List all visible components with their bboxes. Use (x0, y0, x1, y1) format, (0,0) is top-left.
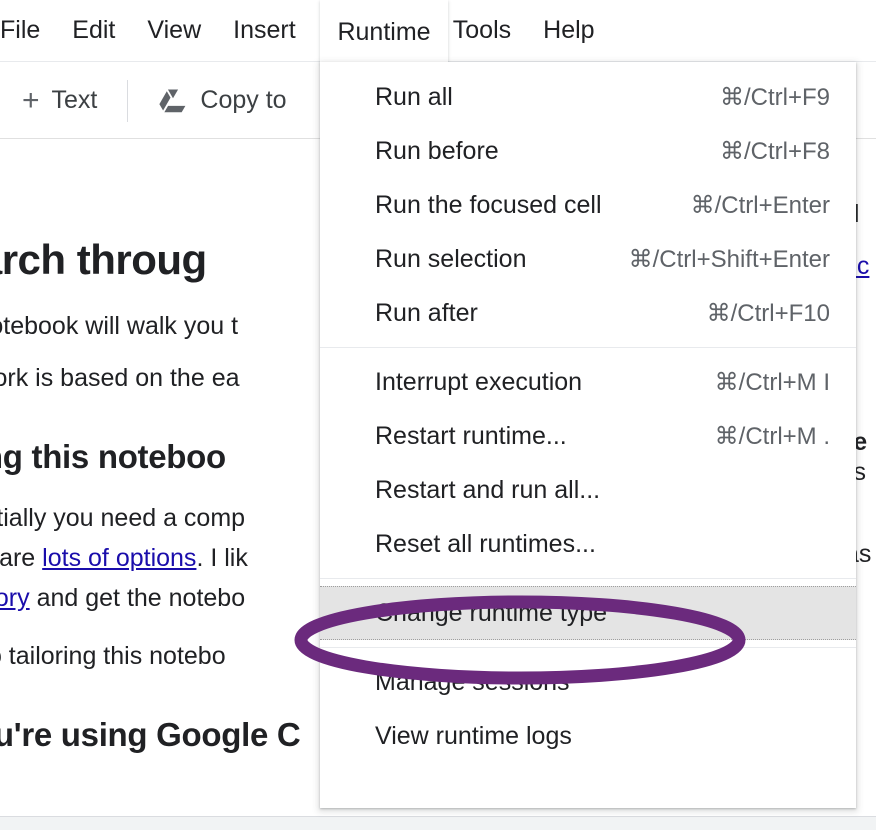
menu-separator-1 (320, 347, 856, 348)
menu-item-run-before[interactable]: Run before ⌘/Ctrl+F8 (320, 124, 856, 178)
add-text-cell-label: Text (51, 86, 98, 114)
menu-item-change-runtime-type-label: Change runtime type (375, 598, 608, 627)
page-bottom-strip (0, 816, 876, 830)
menu-item-run-all-label: Run all (375, 82, 453, 111)
doc-paragraph-5-post: and get the notebo (29, 584, 246, 612)
menu-item-run-after-shortcut: ⌘/Ctrl+F10 (706, 299, 830, 327)
menu-bar-item-file[interactable]: File (0, 12, 56, 49)
menu-item-run-before-shortcut: ⌘/Ctrl+F8 (719, 137, 830, 165)
doc-paragraph-4-pre: ere are (0, 544, 36, 572)
menu-bar-item-insert[interactable]: Insert (217, 12, 312, 49)
menu-bar-item-edit[interactable]: Edit (56, 12, 131, 49)
menu-item-run-after[interactable]: Run after ⌘/Ctrl+F10 (320, 286, 856, 340)
menu-item-manage-sessions-label: Manage sessions (375, 667, 570, 696)
menu-separator-2 (320, 578, 856, 579)
menu-item-restart-runtime[interactable]: Restart runtime... ⌘/Ctrl+M . (320, 409, 856, 463)
menu-item-run-selection-shortcut: ⌘/Ctrl+Shift+Enter (628, 245, 830, 273)
menu-item-change-runtime-type[interactable]: Change runtime type (320, 586, 856, 640)
menu-item-interrupt-execution[interactable]: Interrupt execution ⌘/Ctrl+M I (320, 355, 856, 409)
menu-bar-item-view[interactable]: View (131, 12, 217, 49)
menu-item-reset-all-runtimes[interactable]: Reset all runtimes... (320, 517, 856, 571)
doc-paragraph-4-post: . I lik (196, 544, 248, 572)
menu-item-restart-runtime-shortcut: ⌘/Ctrl+M . (714, 422, 830, 450)
copy-to-drive-button[interactable]: Copy to (136, 86, 308, 115)
menu-item-restart-runtime-label: Restart runtime... (375, 421, 567, 450)
menu-item-run-after-label: Run after (375, 298, 478, 327)
runtime-dropdown-menu: Run all ⌘/Ctrl+F9 Run before ⌘/Ctrl+F8 R… (320, 62, 856, 808)
toolbar-divider (127, 79, 129, 122)
menu-item-run-selection[interactable]: Run selection ⌘/Ctrl+Shift+Enter (320, 232, 856, 286)
menu-item-run-the-focused-cell-label: Run the focused cell (375, 190, 602, 219)
menu-item-restart-and-run-all[interactable]: Restart and run all... (320, 463, 856, 517)
menu-bar-item-runtime-label: Runtime (337, 18, 431, 46)
menu-item-run-the-focused-cell[interactable]: Run the focused cell ⌘/Ctrl+Enter (320, 178, 856, 232)
menu-item-view-runtime-logs[interactable]: View runtime logs (320, 709, 856, 763)
add-text-cell-button[interactable]: + Text (0, 83, 119, 117)
copy-to-drive-label: Copy to (200, 86, 287, 114)
plus-icon: + (22, 83, 40, 117)
menu-bar-item-runtime[interactable]: Runtime (320, 0, 448, 63)
menu-item-interrupt-execution-shortcut: ⌘/Ctrl+M I (714, 368, 830, 396)
menu-bar-item-help[interactable]: Help (527, 12, 610, 49)
menu-bar-item-tools[interactable]: Tools (437, 12, 527, 49)
menu-item-restart-and-run-all-label: Restart and run all... (375, 475, 601, 504)
menu-item-run-the-focused-cell-shortcut: ⌘/Ctrl+Enter (690, 191, 830, 219)
menu-item-reset-all-runtimes-label: Reset all runtimes... (375, 529, 596, 558)
lots-of-options-link[interactable]: lots of options (42, 544, 196, 572)
google-drive-icon (158, 88, 188, 114)
menu-item-view-runtime-logs-label: View runtime logs (375, 721, 572, 750)
menu-item-run-all[interactable]: Run all ⌘/Ctrl+F9 (320, 70, 856, 124)
menu-item-manage-sessions[interactable]: Manage sessions (320, 655, 856, 709)
screenshot-root: File Edit View Insert Runtime Tools Help… (0, 0, 876, 830)
menu-separator-3 (320, 647, 856, 648)
menu-item-run-selection-label: Run selection (375, 244, 527, 273)
repository-link[interactable]: ository (0, 584, 30, 612)
menu-item-run-all-shortcut: ⌘/Ctrl+F9 (719, 83, 830, 111)
menu-item-run-before-label: Run before (375, 136, 499, 165)
menu-item-interrupt-execution-label: Interrupt execution (375, 367, 583, 396)
